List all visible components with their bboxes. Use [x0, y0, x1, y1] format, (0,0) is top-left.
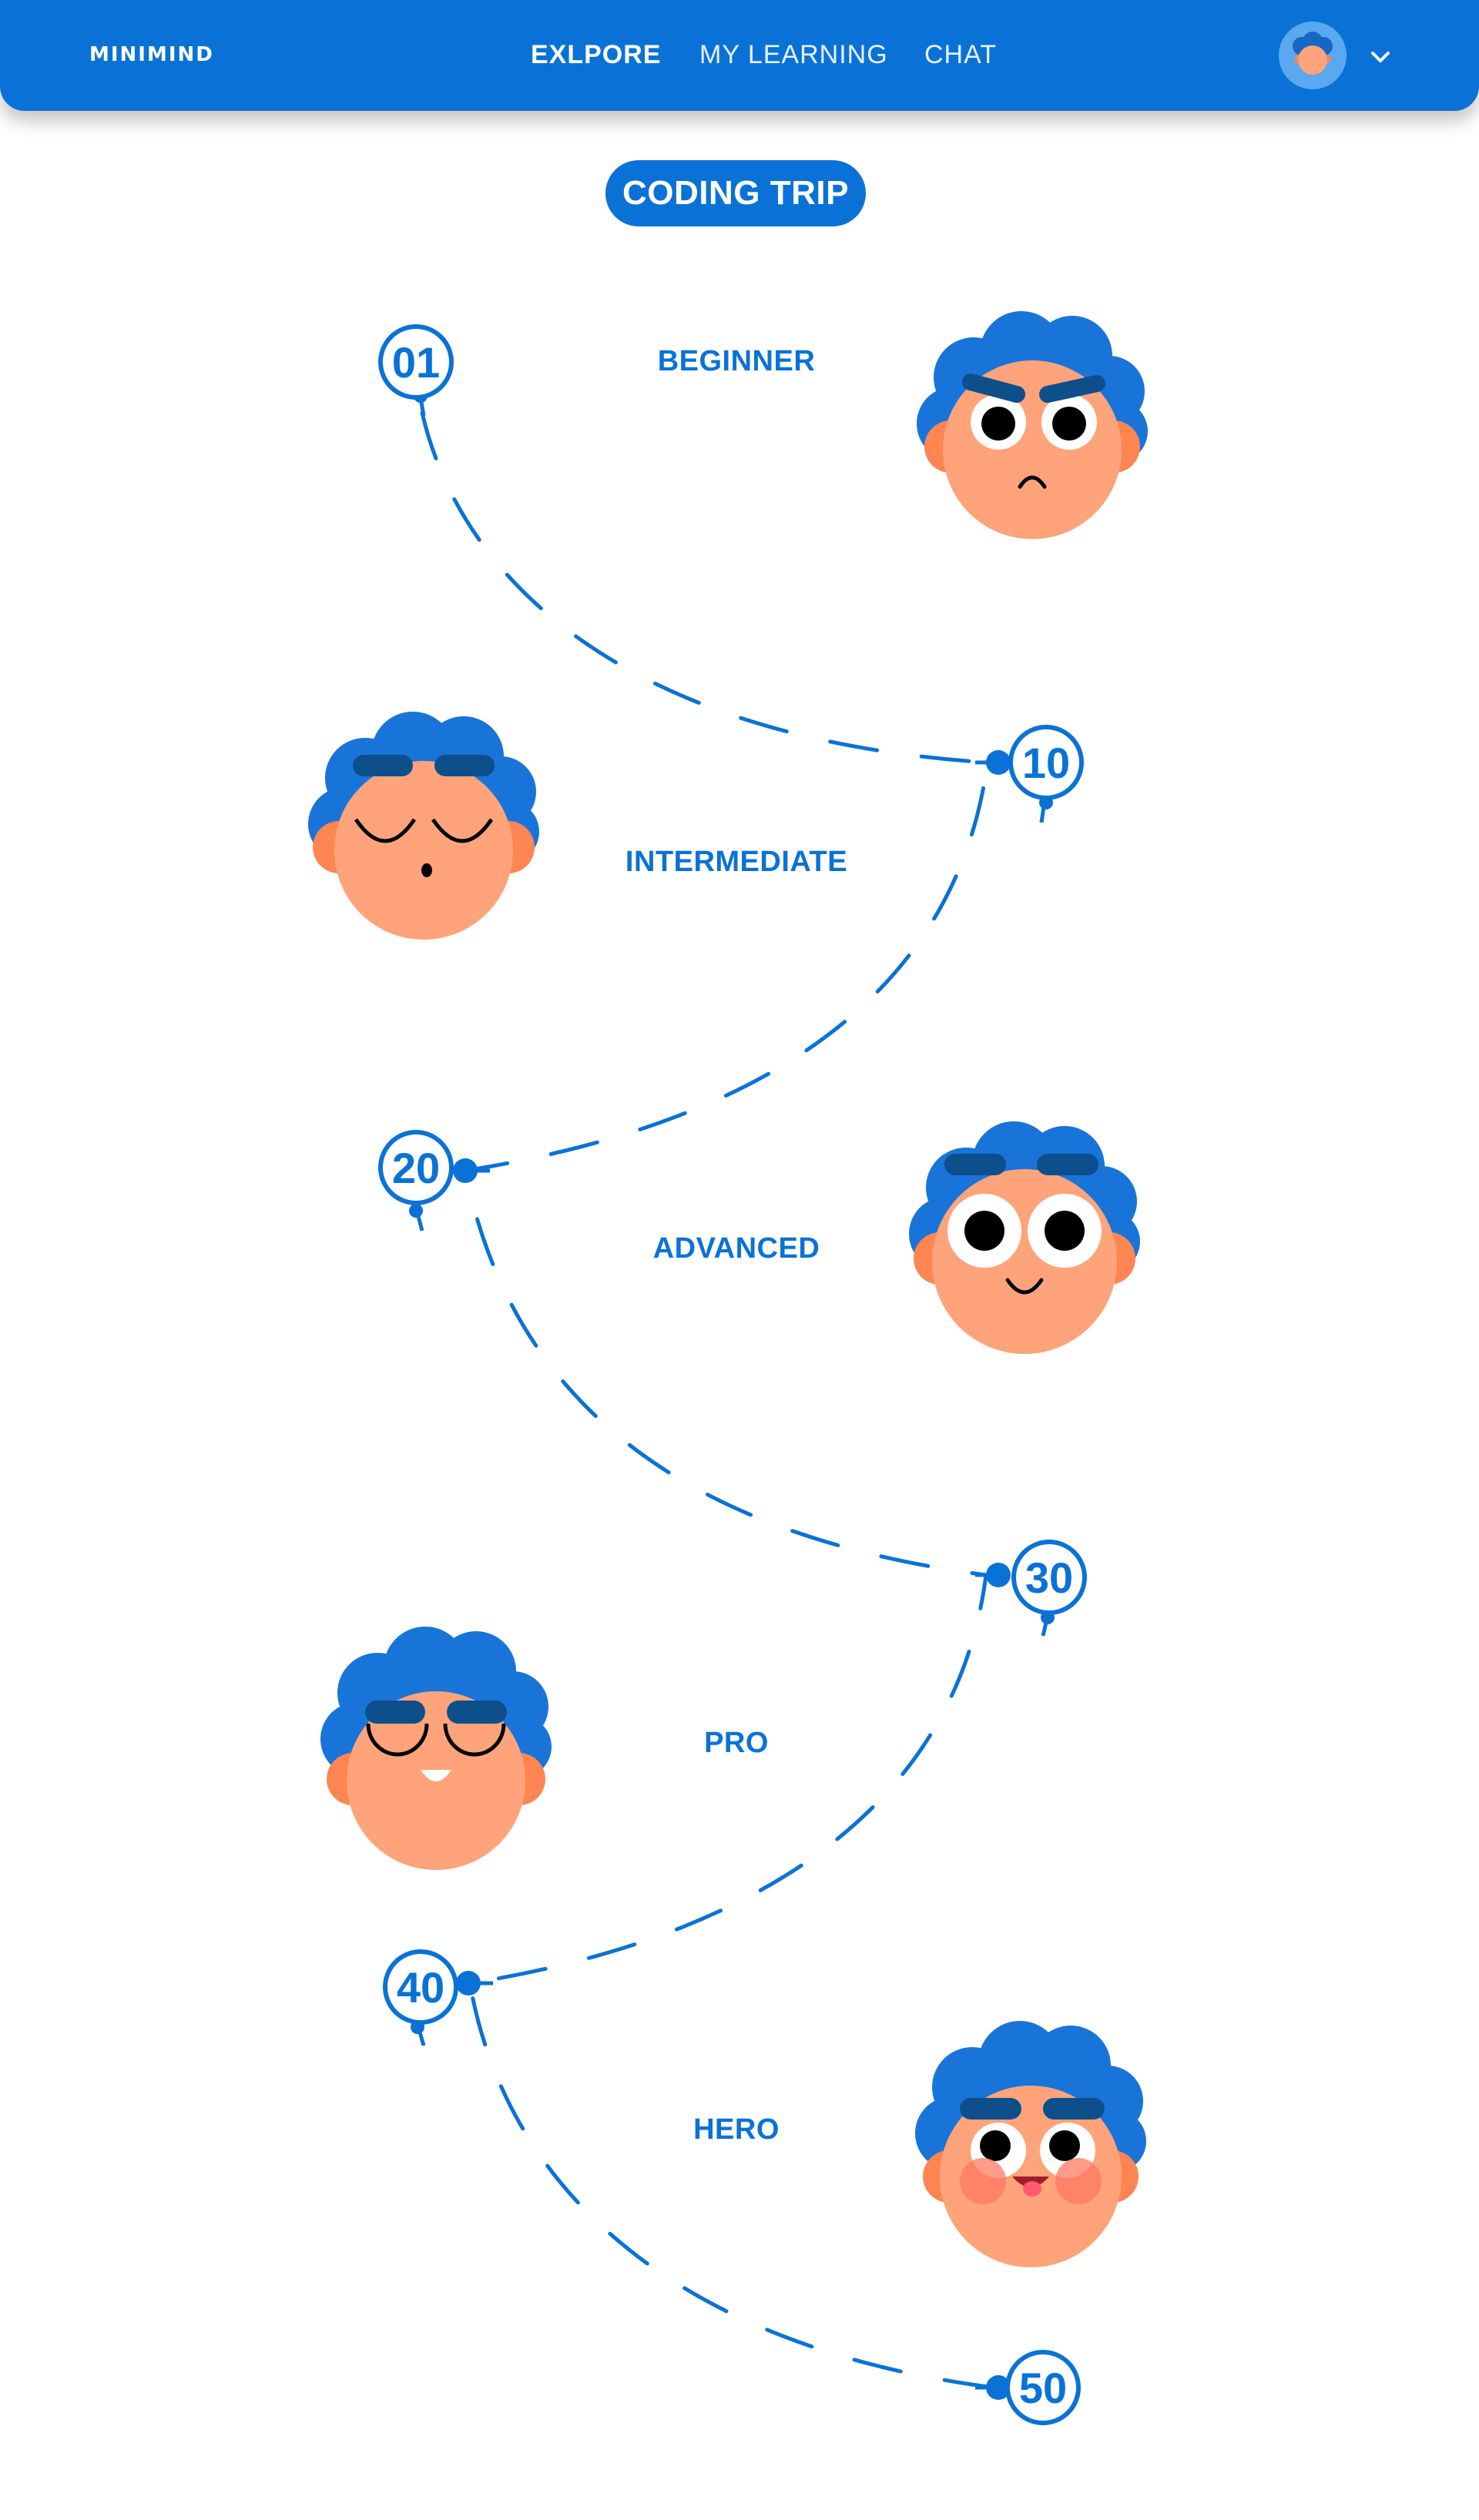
level-marker-40: 40 — [383, 1949, 493, 2046]
character-face-sleeping — [308, 712, 539, 940]
marker-label-01: 01 — [392, 338, 440, 387]
level-marker-20: 20 — [378, 1130, 490, 1232]
character-face-angry — [917, 311, 1148, 539]
level-marker-50: 50 — [975, 2350, 1081, 2425]
marker-label-30: 30 — [1025, 1553, 1073, 1602]
character-face-playful — [915, 2021, 1146, 2267]
marker-label-50: 50 — [1019, 2364, 1067, 2412]
coding-trip-map: 01 10 20 30 40 50 — [308, 311, 1148, 2425]
marker-label-40: 40 — [397, 1963, 444, 2012]
character-face-surprised — [909, 1121, 1140, 1354]
trip-path — [420, 411, 996, 2390]
character-face-content — [320, 1627, 552, 1870]
level-marker-30: 30 — [975, 1540, 1087, 1637]
level-marker-01: 01 — [378, 324, 454, 417]
marker-label-20: 20 — [392, 1144, 440, 1192]
level-marker-10: 10 — [975, 725, 1084, 823]
marker-label-10: 10 — [1022, 739, 1070, 787]
